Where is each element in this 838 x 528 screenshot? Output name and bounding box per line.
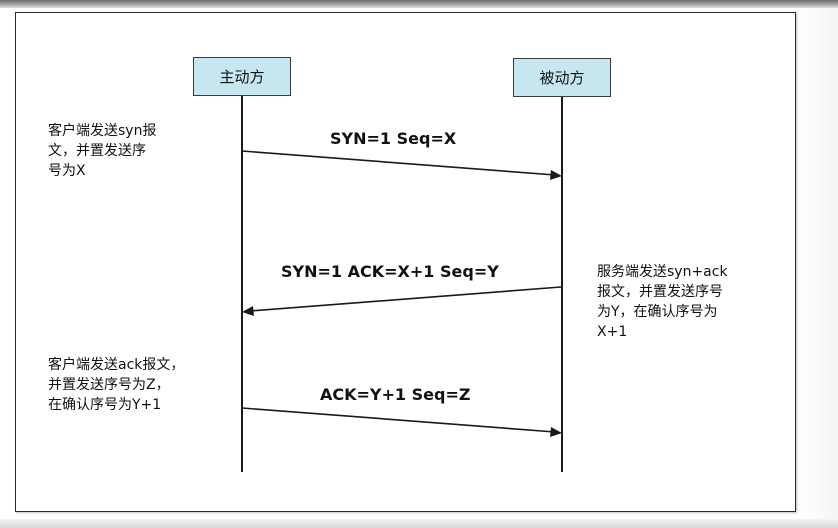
page-edge-shadow <box>800 8 838 519</box>
note-line: 并置发送序号为Z， <box>48 377 170 393</box>
note-line: X+1 <box>597 324 628 340</box>
participant-initiator: 主动方 <box>193 57 291 96</box>
message-syn-label: SYN=1 Seq=X <box>330 129 457 148</box>
note-client-ack: 客户端发送ack报文， 并置发送序号为Z， 在确认序号为Y+1 <box>48 355 184 415</box>
participant-initiator-label: 主动方 <box>219 68 265 86</box>
participant-responder: 被动方 <box>513 58 611 97</box>
message-ack-label: ACK=Y+1 Seq=Z <box>320 385 471 404</box>
note-line: 客户端发送ack报文， <box>48 357 185 373</box>
note-line: 文，并置发送序 <box>48 143 146 159</box>
participant-responder-label: 被动方 <box>539 69 585 87</box>
lifeline-responder <box>561 97 563 472</box>
note-line: 在确认序号为Y+1 <box>48 397 162 413</box>
note-line: 为Y，在确认序号为 <box>597 304 718 320</box>
window-top-bar <box>0 0 838 8</box>
note-line: 客户端发送syn报 <box>48 123 157 139</box>
note-client-syn: 客户端发送syn报 文，并置发送序 号为X <box>48 121 156 181</box>
note-server-syn-ack: 服务端发送syn+ack 报文，并置发送序号 为Y，在确认序号为 X+1 <box>597 262 728 342</box>
lifeline-initiator <box>241 96 243 472</box>
message-syn-ack-label: SYN=1 ACK=X+1 Seq=Y <box>281 262 499 281</box>
note-line: 报文，并置发送序号 <box>597 284 723 300</box>
note-line: 号为X <box>48 163 86 179</box>
page-bottom-shadow <box>0 519 838 528</box>
note-line: 服务端发送syn+ack <box>597 264 728 280</box>
